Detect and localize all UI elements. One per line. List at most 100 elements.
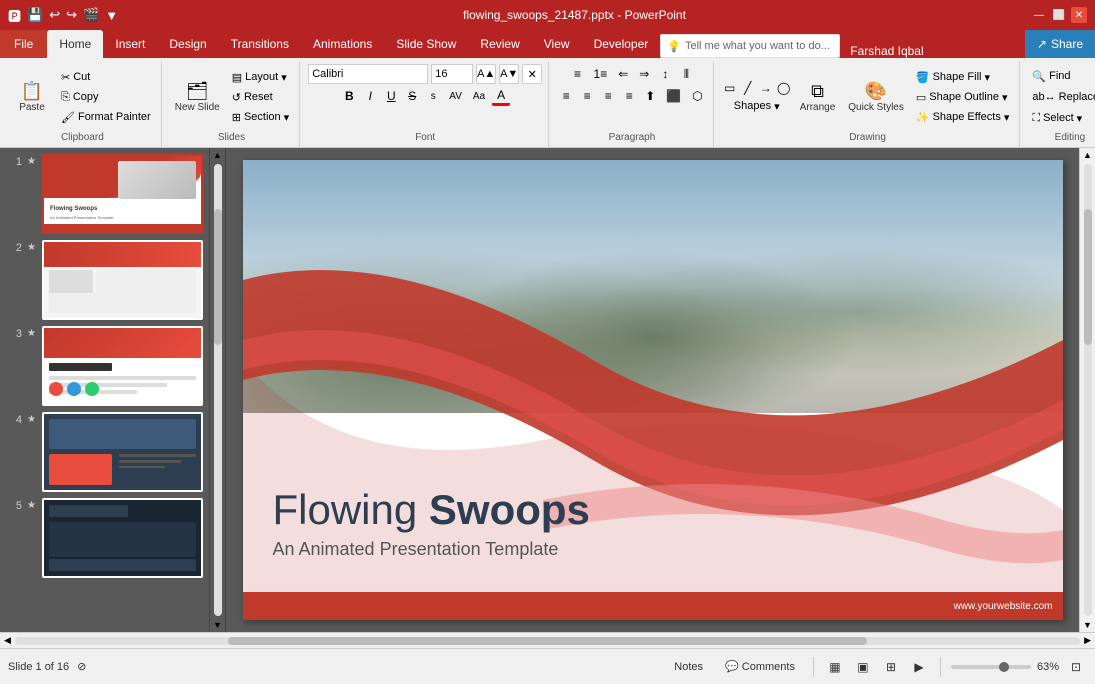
slide-thumb-1[interactable]: 1 ★ Flowing Swoops An Animated Presentat… [6,154,203,234]
smartart-btn[interactable]: ⬡ [688,86,706,106]
tab-developer[interactable]: Developer [582,30,661,58]
bullets-btn[interactable]: ≡ [569,64,587,84]
tab-home[interactable]: Home [47,30,103,58]
present-icon[interactable]: 🎬 [83,7,99,23]
font-color-btn[interactable]: A [492,86,510,106]
scroll-up-btn[interactable]: ▲ [211,148,224,162]
tab-review[interactable]: Review [468,30,531,58]
close-btn[interactable]: ✕ [1071,7,1087,23]
share-button[interactable]: ↗ Share [1025,30,1095,58]
section-button[interactable]: ⊞ Section ▾ [228,109,293,126]
replace-button[interactable]: ab↔ Replace ▾ [1028,89,1095,106]
line-spacing-btn[interactable]: ↕ [656,64,674,84]
shadow-btn[interactable]: s [424,86,442,106]
fill-icon: 🪣 [916,71,930,84]
tab-design[interactable]: Design [157,30,218,58]
select-button[interactable]: ⛶ Select ▾ [1028,110,1095,127]
shapes-dropdown[interactable]: Shapes ▾ [730,98,784,115]
h-scroll-track [15,637,1080,645]
strikethrough-btn[interactable]: S [403,86,421,106]
minimize-btn[interactable]: — [1031,7,1047,23]
shape-outline-button[interactable]: ▭ Shape Outline ▾ [912,89,1014,106]
paste-button[interactable]: 📋 Paste [10,79,54,116]
main-scroll-thumb[interactable] [1084,209,1092,345]
quick-access-dropdown[interactable]: ▼ [105,8,118,23]
undo-icon[interactable]: ↩ [49,7,60,23]
columns-btn[interactable]: ⫴ [677,64,695,84]
bold-btn[interactable]: B [340,86,358,106]
view-slideshow-btn[interactable]: ▶ [908,656,930,678]
decrease-font-btn[interactable]: A▼ [499,64,519,84]
align-text-btn[interactable]: ⬛ [662,86,685,106]
shape-ellipse[interactable]: ◯ [776,80,792,96]
layout-button[interactable]: ▤ Layout ▾ [228,69,293,86]
scroll-thumb[interactable] [214,209,222,345]
align-left-btn[interactable]: ≡ [557,86,575,106]
comments-button[interactable]: 💬 Comments [717,658,803,675]
slide-thumb-4[interactable]: 4 ★ [6,412,203,492]
tab-transitions[interactable]: Transitions [219,30,301,58]
tab-view[interactable]: View [532,30,582,58]
h-scroll-right[interactable]: ▶ [1082,633,1093,648]
slide-preview-2[interactable] [42,240,203,320]
copy-button[interactable]: ⎘ Copy [57,89,155,106]
format-painter-button[interactable]: 🖌 Format Painter [57,109,155,126]
slide-preview-5[interactable] [42,498,203,578]
view-normal-btn[interactable]: ▦ [824,656,846,678]
tab-slideshow[interactable]: Slide Show [384,30,468,58]
zoom-slider[interactable] [951,665,1031,669]
shape-rect[interactable]: ▭ [722,80,738,96]
tell-me-input[interactable]: 💡 Tell me what you want to do... [660,34,840,58]
slide-preview-1[interactable]: Flowing Swoops An Animated Presentation … [42,154,203,234]
maximize-btn[interactable]: ⬜ [1051,7,1067,23]
quick-styles-button[interactable]: 🎨 Quick Styles [843,79,909,116]
slide-thumb-5[interactable]: 5 ★ [6,498,203,578]
zoom-thumb[interactable] [999,662,1009,672]
h-scroll-left[interactable]: ◀ [2,633,13,648]
cut-button[interactable]: ✂ Cut [57,69,155,86]
underline-btn[interactable]: U [382,86,400,106]
align-right-btn[interactable]: ≡ [599,86,617,106]
font-family-input[interactable] [308,64,428,84]
clear-formatting-btn[interactable]: ✕ [522,64,542,84]
arrange-button[interactable]: ⧉ Arrange [795,79,841,116]
tab-file[interactable]: File [0,30,47,58]
shape-effects-button[interactable]: ✨ Shape Effects ▾ [912,109,1014,126]
main-scroll-up[interactable]: ▲ [1081,148,1094,162]
slide-preview-3[interactable] [42,326,203,406]
tab-insert[interactable]: Insert [103,30,157,58]
decrease-indent-btn[interactable]: ⇐ [614,64,632,84]
h-scroll-thumb[interactable] [228,637,867,645]
notes-button[interactable]: Notes [666,659,711,675]
tab-animations[interactable]: Animations [301,30,384,58]
italic-btn[interactable]: I [361,86,379,106]
shape-fill-button[interactable]: 🪣 Shape Fill ▾ [912,69,1014,86]
shape-line[interactable]: ╱ [740,80,756,96]
slide-star-5: ★ [27,498,37,511]
slide-thumb-2[interactable]: 2 ★ [6,240,203,320]
shape-arrow[interactable]: → [758,80,774,96]
save-icon[interactable]: 💾 [27,7,43,23]
redo-icon[interactable]: ↪ [66,7,77,23]
numbering-btn[interactable]: 1≡ [590,64,612,84]
view-reading-btn[interactable]: ⊞ [880,656,902,678]
find-button[interactable]: 🔍 Find [1028,68,1095,85]
slide-thumb-3[interactable]: 3 ★ [6,326,203,406]
align-center-btn[interactable]: ≡ [578,86,596,106]
main-scroll-down[interactable]: ▼ [1081,618,1094,632]
increase-font-btn[interactable]: A▲ [476,64,496,84]
increase-indent-btn[interactable]: ⇒ [635,64,653,84]
text-direction-btn[interactable]: ⬆ [641,86,659,106]
outline-icon: ▭ [916,91,926,104]
justify-btn[interactable]: ≡ [620,86,638,106]
scroll-down-btn[interactable]: ▼ [211,618,224,632]
slide-preview-4[interactable] [42,412,203,492]
reset-button[interactable]: ↺ Reset [228,89,293,106]
slide-canvas[interactable]: Flowing Swoops An Animated Presentation … [243,160,1063,620]
new-slide-button[interactable]: 🗂 New Slide [170,79,225,116]
change-case-btn[interactable]: Aa [469,86,489,106]
char-spacing-btn[interactable]: AV [445,86,466,106]
view-slide-sorter-btn[interactable]: ▣ [852,656,874,678]
fit-slide-btn[interactable]: ⊡ [1065,656,1087,678]
font-size-input[interactable] [431,64,473,84]
